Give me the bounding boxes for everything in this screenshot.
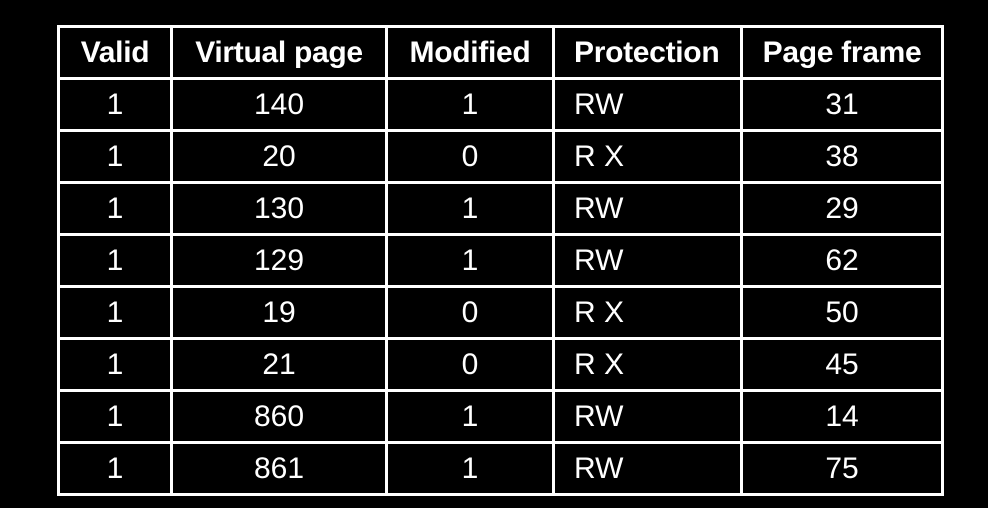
table-row: 1 20 0 R X 38	[57, 129, 944, 184]
cell-valid: 1	[57, 233, 173, 288]
table-header-row: Valid Virtual page Modified Protection P…	[57, 25, 944, 80]
cell-virtual: 20	[170, 129, 388, 184]
cell-protection: R X	[552, 337, 743, 392]
cell-protection: R X	[552, 129, 743, 184]
cell-virtual: 19	[170, 285, 388, 340]
cell-modified: 1	[385, 77, 555, 132]
table-row: 1 860 1 RW 14	[57, 389, 944, 444]
cell-valid: 1	[57, 181, 173, 236]
cell-modified: 1	[385, 181, 555, 236]
cell-modified: 0	[385, 285, 555, 340]
cell-page-frame: 75	[740, 441, 944, 496]
column-header-page-frame: Page frame	[740, 25, 944, 80]
cell-page-frame: 45	[740, 337, 944, 392]
cell-page-frame: 14	[740, 389, 944, 444]
table-row: 1 21 0 R X 45	[57, 337, 944, 392]
cell-valid: 1	[57, 129, 173, 184]
page-table: Valid Virtual page Modified Protection P…	[57, 25, 944, 496]
cell-valid: 1	[57, 389, 173, 444]
cell-virtual: 129	[170, 233, 388, 288]
cell-protection: R X	[552, 285, 743, 340]
cell-page-frame: 31	[740, 77, 944, 132]
column-header-modified: Modified	[385, 25, 555, 80]
cell-protection: RW	[552, 233, 743, 288]
table-row: 1 861 1 RW 75	[57, 441, 944, 496]
cell-protection: RW	[552, 389, 743, 444]
table-row: 1 19 0 R X 50	[57, 285, 944, 340]
cell-modified: 1	[385, 441, 555, 496]
cell-protection: RW	[552, 77, 743, 132]
cell-virtual: 860	[170, 389, 388, 444]
page-table-container: Valid Virtual page Modified Protection P…	[57, 25, 944, 496]
cell-protection: RW	[552, 181, 743, 236]
table-row: 1 140 1 RW 31	[57, 77, 944, 132]
cell-page-frame: 62	[740, 233, 944, 288]
cell-page-frame: 38	[740, 129, 944, 184]
cell-valid: 1	[57, 77, 173, 132]
cell-modified: 1	[385, 233, 555, 288]
cell-valid: 1	[57, 285, 173, 340]
cell-page-frame: 29	[740, 181, 944, 236]
cell-virtual: 130	[170, 181, 388, 236]
column-header-virtual-page: Virtual page	[170, 25, 388, 80]
cell-virtual: 21	[170, 337, 388, 392]
cell-modified: 1	[385, 389, 555, 444]
cell-modified: 0	[385, 129, 555, 184]
column-header-protection: Protection	[552, 25, 743, 80]
cell-valid: 1	[57, 441, 173, 496]
table-body: 1 140 1 RW 31 1 20 0 R X 38 1 130 1 RW 2…	[57, 77, 944, 496]
cell-valid: 1	[57, 337, 173, 392]
table-row: 1 130 1 RW 29	[57, 181, 944, 236]
cell-virtual: 861	[170, 441, 388, 496]
cell-protection: RW	[552, 441, 743, 496]
table-row: 1 129 1 RW 62	[57, 233, 944, 288]
cell-modified: 0	[385, 337, 555, 392]
cell-page-frame: 50	[740, 285, 944, 340]
column-header-valid: Valid	[57, 25, 173, 80]
cell-virtual: 140	[170, 77, 388, 132]
